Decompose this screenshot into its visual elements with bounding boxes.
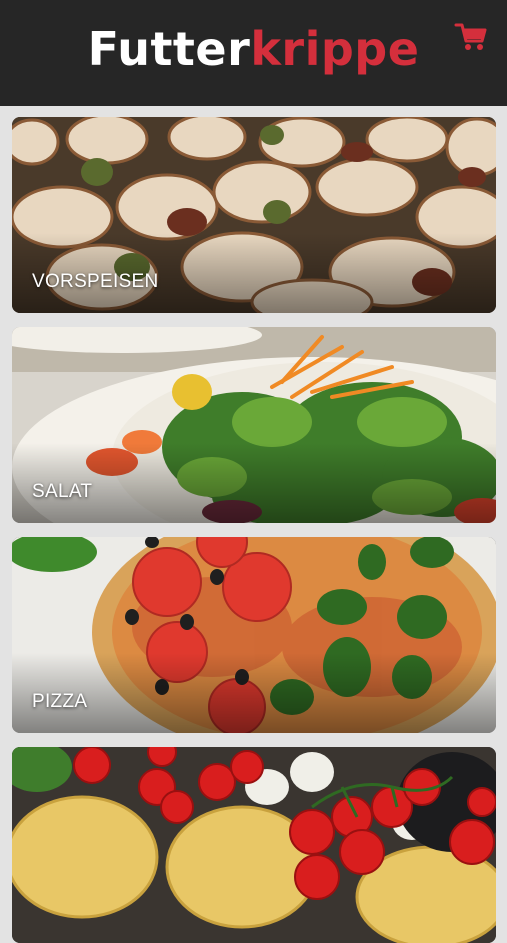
category-card-pizza[interactable]: PIZZA <box>12 537 496 733</box>
category-card-pasta[interactable] <box>12 747 496 943</box>
shopping-cart-icon[interactable] <box>454 20 488 54</box>
logo-text-red: krippe <box>250 22 420 76</box>
category-label: SALAT <box>32 481 93 502</box>
logo-text-white: Futter <box>87 22 251 76</box>
category-label: VORSPEISEN <box>32 271 159 292</box>
app-header: Futter krippe <box>0 0 507 106</box>
category-label: PIZZA <box>32 691 88 712</box>
app-logo: Futter krippe <box>0 14 507 84</box>
pasta-image <box>12 747 496 943</box>
category-card-salat[interactable]: SALAT <box>12 327 496 523</box>
category-card-vorspeisen[interactable]: VORSPEISEN <box>12 117 496 313</box>
